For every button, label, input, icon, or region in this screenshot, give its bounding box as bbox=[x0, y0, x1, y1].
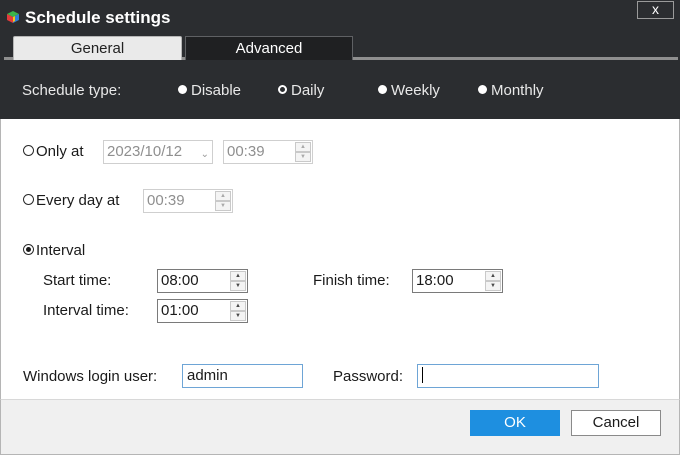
time-spinner[interactable]: ▲ ▼ bbox=[295, 142, 311, 162]
finish-time-label: Finish time: bbox=[313, 272, 390, 289]
radio-icon bbox=[178, 85, 187, 94]
schedule-option-label: Disable bbox=[191, 82, 242, 99]
schedule-option-disable[interactable]: Disable bbox=[178, 82, 241, 99]
only-at-date-picker[interactable]: 2023/10/12 ⌄ bbox=[103, 140, 213, 164]
only-at-radio[interactable]: Only at bbox=[23, 143, 84, 160]
schedule-option-label: Monthly bbox=[491, 82, 544, 99]
interval-time-label: Interval time: bbox=[43, 302, 129, 319]
schedule-option-label: Daily bbox=[291, 82, 325, 99]
spin-down-icon[interactable]: ▼ bbox=[230, 281, 246, 291]
radio-icon bbox=[478, 85, 487, 94]
finish-time-value: 18:00 bbox=[416, 272, 454, 289]
close-button[interactable]: x bbox=[637, 1, 674, 19]
text-caret bbox=[422, 367, 423, 383]
schedule-option-monthly[interactable]: Monthly bbox=[478, 82, 544, 99]
interval-radio[interactable]: Interval bbox=[23, 242, 85, 259]
cancel-button[interactable]: Cancel bbox=[571, 410, 661, 436]
every-day-at-time-stepper[interactable]: 00:39 ▲ ▼ bbox=[143, 189, 233, 213]
spin-up-icon[interactable]: ▲ bbox=[485, 271, 501, 281]
interval-time-stepper[interactable]: 01:00 ▲ ▼ bbox=[157, 299, 248, 323]
spin-up-icon[interactable]: ▲ bbox=[215, 191, 231, 201]
spin-down-icon[interactable]: ▼ bbox=[485, 281, 501, 291]
time-spinner[interactable]: ▲ ▼ bbox=[485, 271, 501, 291]
tab-advanced[interactable]: Advanced bbox=[185, 36, 353, 60]
schedule-type-bar: Schedule type: Disable Daily Weekly Mont… bbox=[0, 60, 680, 119]
radio-icon bbox=[23, 145, 34, 156]
spin-down-icon[interactable]: ▼ bbox=[230, 311, 246, 321]
app-logo-icon bbox=[7, 11, 19, 23]
start-time-value: 08:00 bbox=[161, 272, 199, 289]
windows-login-user-label: Windows login user: bbox=[23, 368, 158, 385]
radio-icon bbox=[23, 194, 34, 205]
schedule-option-weekly[interactable]: Weekly bbox=[378, 82, 440, 99]
time-spinner[interactable]: ▲ ▼ bbox=[230, 301, 246, 321]
every-day-at-label: Every day at bbox=[36, 192, 120, 209]
password-label: Password: bbox=[333, 368, 404, 385]
time-spinner[interactable]: ▲ ▼ bbox=[215, 191, 231, 211]
spin-up-icon[interactable]: ▲ bbox=[230, 271, 246, 281]
window-title: Schedule settings bbox=[25, 8, 171, 27]
time-spinner[interactable]: ▲ ▼ bbox=[230, 271, 246, 291]
schedule-type-label: Schedule type: bbox=[22, 82, 122, 99]
only-at-label: Only at bbox=[36, 143, 84, 160]
only-at-time-stepper[interactable]: 00:39 ▲ ▼ bbox=[223, 140, 313, 164]
title-bar: Schedule settings x bbox=[0, 0, 680, 34]
spin-down-icon[interactable]: ▼ bbox=[215, 201, 231, 211]
only-at-time-value: 00:39 bbox=[227, 143, 265, 160]
schedule-option-label: Weekly bbox=[391, 82, 440, 99]
general-settings-panel: Only at 2023/10/12 ⌄ 00:39 ▲ ▼ Every day… bbox=[0, 119, 680, 399]
ok-button[interactable]: OK bbox=[470, 410, 560, 436]
finish-time-stepper[interactable]: 18:00 ▲ ▼ bbox=[412, 269, 503, 293]
every-day-at-time-value: 00:39 bbox=[147, 192, 185, 209]
interval-time-value: 01:00 bbox=[161, 302, 199, 319]
spin-down-icon[interactable]: ▼ bbox=[295, 152, 311, 162]
tab-general[interactable]: General bbox=[13, 36, 182, 60]
spin-up-icon[interactable]: ▲ bbox=[295, 142, 311, 152]
schedule-option-daily[interactable]: Daily bbox=[278, 82, 324, 99]
chevron-down-icon[interactable]: ⌄ bbox=[201, 144, 209, 166]
windows-login-user-value: admin bbox=[187, 367, 228, 384]
interval-label: Interval bbox=[36, 242, 86, 259]
tab-bar: General Advanced bbox=[0, 34, 680, 60]
only-at-date-value: 2023/10/12 bbox=[107, 143, 183, 160]
password-field[interactable] bbox=[417, 364, 599, 388]
start-time-label: Start time: bbox=[43, 272, 112, 289]
start-time-stepper[interactable]: 08:00 ▲ ▼ bbox=[157, 269, 248, 293]
dialog-footer: OK Cancel bbox=[0, 399, 680, 455]
spin-up-icon[interactable]: ▲ bbox=[230, 301, 246, 311]
every-day-at-radio[interactable]: Every day at bbox=[23, 192, 119, 209]
windows-login-user-field[interactable]: admin bbox=[182, 364, 303, 388]
radio-icon bbox=[378, 85, 387, 94]
radio-checked-icon bbox=[23, 244, 34, 255]
radio-selected-icon bbox=[278, 85, 287, 94]
